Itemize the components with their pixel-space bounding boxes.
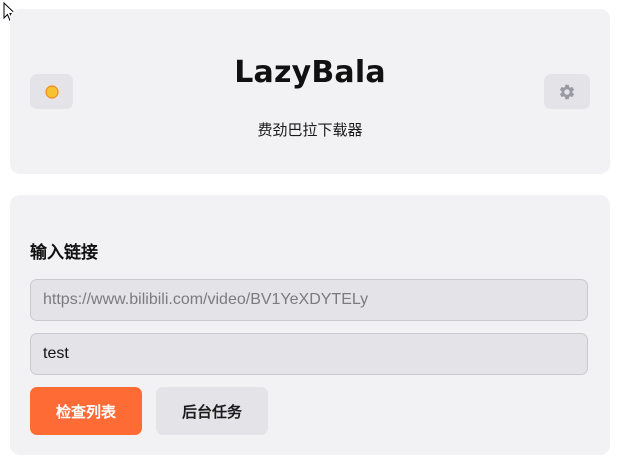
url-input[interactable] [30,279,588,321]
section-title: 输入链接 [30,243,98,263]
app-title: LazyBala [234,55,386,90]
check-list-button[interactable]: 检查列表 [30,387,142,435]
background-tasks-button[interactable]: 后台任务 [156,387,268,435]
header-card: LazyBala 费劲巴拉下载器 [10,9,610,174]
settings-button[interactable] [544,74,590,109]
app-subtitle: 费劲巴拉下载器 [257,121,363,139]
name-input[interactable] [30,333,588,375]
gear-icon [559,84,575,99]
link-input-card: 输入链接 检查列表 后台任务 [10,195,610,455]
